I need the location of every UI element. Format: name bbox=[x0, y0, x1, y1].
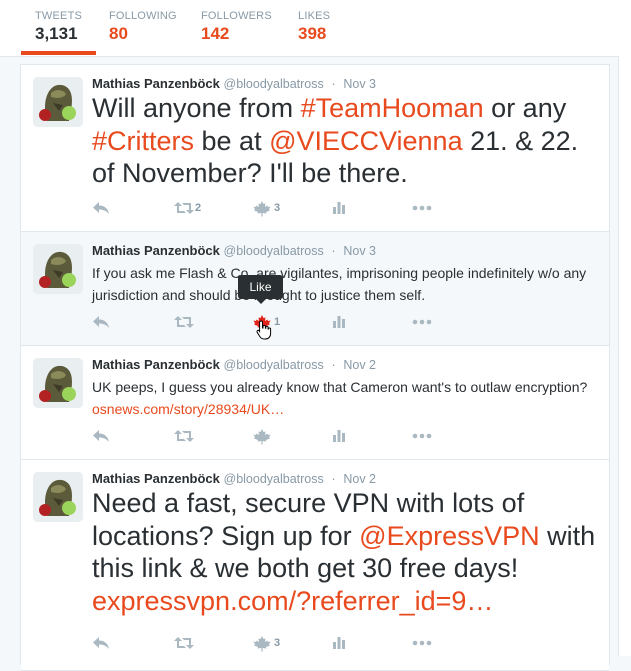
avatar[interactable] bbox=[33, 77, 83, 127]
tweet-item[interactable]: Mathias Panzenböck @bloodyalbatross · No… bbox=[21, 460, 609, 671]
nav-tweets-label: TWEETS bbox=[35, 10, 83, 22]
tweet-header: Mathias Panzenböck @bloodyalbatross · No… bbox=[92, 471, 376, 486]
tweet-text: If you ask me Flash & Co. are vigilantes… bbox=[92, 262, 602, 306]
retweet-icon bbox=[174, 637, 194, 649]
separator-dot: · bbox=[331, 471, 336, 486]
avatar[interactable] bbox=[33, 358, 83, 408]
tweet-text: Need a fast, secure VPN with lots of loc… bbox=[92, 487, 602, 617]
nav-likes-count: 398 bbox=[298, 24, 327, 43]
text-segment: If you ask me Flash & Co. are vigilantes… bbox=[92, 265, 587, 303]
avatar[interactable] bbox=[33, 472, 83, 522]
maple-leaf-like-icon bbox=[253, 429, 271, 445]
tweet-header: Mathias Panzenböck @bloodyalbatross · No… bbox=[92, 243, 376, 258]
nav-likes-label: LIKES bbox=[298, 10, 331, 22]
nav-following-label: FOLLOWING bbox=[109, 10, 177, 22]
separator-dot: · bbox=[331, 76, 336, 91]
tweet-actions: 3 bbox=[92, 634, 592, 654]
avatar[interactable] bbox=[33, 244, 83, 294]
like-tooltip: Like bbox=[238, 275, 283, 304]
tweet-timestamp[interactable]: Nov 2 bbox=[343, 472, 376, 486]
reply-icon bbox=[93, 637, 109, 649]
url-link[interactable]: expressvpn.com/?referrer_id=9… bbox=[92, 586, 493, 616]
author-username[interactable]: @bloodyalbatross bbox=[224, 358, 324, 372]
mention-link[interactable]: @VIECCVienna bbox=[269, 126, 463, 156]
tweet-item[interactable]: Mathias Panzenböck @bloodyalbatross · No… bbox=[21, 346, 609, 460]
like-count: 3 bbox=[274, 202, 281, 214]
tweet-item[interactable]: Mathias Panzenböck @bloodyalbatross · No… bbox=[21, 232, 609, 346]
hand-cursor-icon bbox=[256, 320, 272, 340]
text-segment: UK peeps, I guess you already know that … bbox=[92, 379, 588, 395]
author-fullname[interactable]: Mathias Panzenböck bbox=[92, 471, 220, 486]
tweet-actions: 1 bbox=[92, 313, 592, 333]
retweet-icon bbox=[174, 430, 194, 442]
tweet-timestamp[interactable]: Nov 3 bbox=[343, 244, 376, 258]
sidebar-edge bbox=[618, 56, 631, 656]
like-count: 3 bbox=[274, 637, 281, 649]
nav-tweets-count: 3,131 bbox=[35, 24, 78, 43]
analytics-bar-chart-icon bbox=[333, 637, 345, 649]
author-fullname[interactable]: Mathias Panzenböck bbox=[92, 76, 220, 91]
retweet-icon bbox=[174, 316, 194, 328]
author-username[interactable]: @bloodyalbatross bbox=[224, 77, 324, 91]
active-tab-underline bbox=[21, 51, 96, 55]
author-fullname[interactable]: Mathias Panzenböck bbox=[92, 243, 220, 258]
nav-followers-label: FOLLOWERS bbox=[201, 10, 272, 22]
hashtag-link[interactable]: #Critters bbox=[92, 126, 194, 156]
reply-icon bbox=[93, 430, 109, 442]
analytics-bar-chart-icon bbox=[333, 316, 345, 328]
maple-leaf-like-icon bbox=[253, 636, 271, 652]
tweet-actions bbox=[92, 427, 592, 447]
analytics-bar-chart-icon bbox=[333, 202, 345, 214]
maple-leaf-like-icon bbox=[253, 201, 271, 217]
text-segment: or any bbox=[483, 93, 567, 123]
url-link[interactable]: osnews.com/story/28934/UK… bbox=[92, 401, 284, 417]
nav-following-count: 80 bbox=[109, 24, 128, 43]
tweet-text: UK peeps, I guess you already know that … bbox=[92, 376, 602, 420]
analytics-bar-chart-icon bbox=[333, 430, 345, 442]
text-segment: Will anyone from bbox=[92, 93, 301, 123]
tweet-timeline: Mathias Panzenböck @bloodyalbatross · No… bbox=[20, 64, 610, 671]
tweet-header: Mathias Panzenböck @bloodyalbatross · No… bbox=[92, 76, 376, 91]
mention-link[interactable]: @ExpressVPN bbox=[359, 521, 539, 551]
tweet-timestamp[interactable]: Nov 3 bbox=[343, 77, 376, 91]
separator-dot: · bbox=[331, 357, 336, 372]
hashtag-link[interactable]: #TeamHooman bbox=[301, 93, 484, 123]
author-username[interactable]: @bloodyalbatross bbox=[224, 472, 324, 486]
tweet-text: Will anyone from #TeamHooman or any #Cri… bbox=[92, 92, 602, 190]
separator-dot: · bbox=[331, 243, 336, 258]
author-username[interactable]: @bloodyalbatross bbox=[224, 244, 324, 258]
more-dots-icon bbox=[412, 205, 432, 211]
profile-stats-nav: TWEETS 3,131 FOLLOWING 80 FOLLOWERS 142 … bbox=[0, 0, 631, 57]
text-segment: be at bbox=[194, 125, 270, 156]
more-dots-icon bbox=[412, 433, 432, 439]
reply-icon bbox=[93, 316, 109, 328]
retweet-icon bbox=[174, 202, 194, 214]
retweet-count: 2 bbox=[195, 202, 202, 214]
more-dots-icon bbox=[412, 640, 432, 646]
reply-icon bbox=[93, 202, 109, 214]
like-count: 1 bbox=[274, 316, 281, 328]
tweet-header: Mathias Panzenböck @bloodyalbatross · No… bbox=[92, 357, 376, 372]
author-fullname[interactable]: Mathias Panzenböck bbox=[92, 357, 220, 372]
tweet-timestamp[interactable]: Nov 2 bbox=[343, 358, 376, 372]
tweet-actions: 2 3 bbox=[92, 199, 592, 219]
nav-followers-count: 142 bbox=[201, 24, 230, 43]
tweet-item[interactable]: Mathias Panzenböck @bloodyalbatross · No… bbox=[21, 65, 609, 232]
more-dots-icon bbox=[412, 319, 432, 325]
